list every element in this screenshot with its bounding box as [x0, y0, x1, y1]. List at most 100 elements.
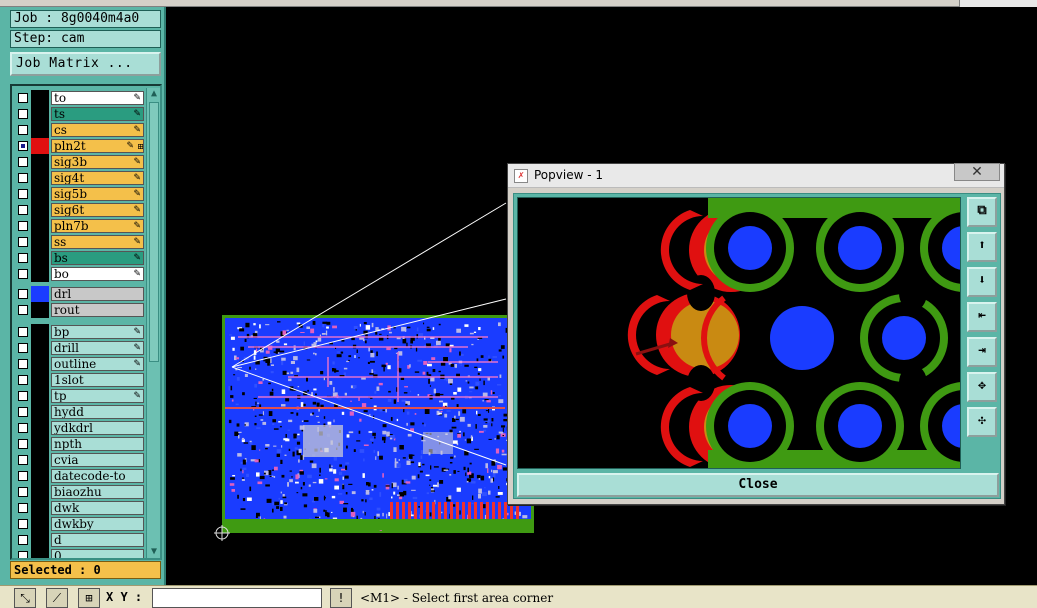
- layer-row[interactable]: ss ✎: [14, 234, 144, 250]
- layer-color-swatch[interactable]: [31, 138, 49, 154]
- layer-checkbox[interactable]: [18, 375, 28, 385]
- layer-row[interactable]: drill ✎: [14, 340, 144, 356]
- zoom-in-icon[interactable]: ✥: [967, 372, 997, 402]
- xy-input[interactable]: [152, 588, 322, 608]
- layer-checkbox[interactable]: [18, 407, 28, 417]
- layer-name[interactable]: pln2t ✎ ⊞: [51, 139, 144, 153]
- close-button[interactable]: Close: [517, 473, 999, 497]
- layer-color-swatch[interactable]: [31, 340, 49, 356]
- layer-color-swatch[interactable]: [31, 452, 49, 468]
- layer-name[interactable]: biaozhu: [51, 485, 144, 499]
- layer-color-swatch[interactable]: [31, 420, 49, 436]
- layer-row[interactable]: drl: [14, 286, 144, 302]
- layer-checkbox[interactable]: [18, 439, 28, 449]
- layer-color-swatch[interactable]: [31, 266, 49, 282]
- layer-checkbox[interactable]: [18, 157, 28, 167]
- layer-row[interactable]: sig5b ✎: [14, 186, 144, 202]
- layer-checkbox[interactable]: [18, 343, 28, 353]
- layer-color-swatch[interactable]: [31, 202, 49, 218]
- layer-name[interactable]: rout: [51, 303, 144, 317]
- layer-name[interactable]: drill ✎: [51, 341, 144, 355]
- layer-row[interactable]: pln7b ✎: [14, 218, 144, 234]
- layer-name[interactable]: sig5b ✎: [51, 187, 144, 201]
- layer-name[interactable]: datecode-to: [51, 469, 144, 483]
- layer-name[interactable]: sig6t ✎: [51, 203, 144, 217]
- popview-window[interactable]: ✗ Popview - 1 ✕ ⧉ ⬆ ⬇ ⇤ ⇥ ✥ ✣ Close: [507, 163, 1005, 505]
- layer-row[interactable]: bp ✎: [14, 324, 144, 340]
- layer-name[interactable]: ydkdrl: [51, 421, 144, 435]
- layer-checkbox[interactable]: [18, 173, 28, 183]
- layer-name[interactable]: bp ✎: [51, 325, 144, 339]
- layer-checkbox[interactable]: [18, 327, 28, 337]
- pan-left-icon[interactable]: ⇤: [967, 302, 997, 332]
- scroll-down-icon[interactable]: ▼: [148, 546, 160, 558]
- layer-row[interactable]: to ✎: [14, 90, 144, 106]
- layer-row[interactable]: 1slot: [14, 372, 144, 388]
- window-close-icon[interactable]: ✕: [954, 163, 1000, 181]
- layer-checkbox[interactable]: [18, 237, 28, 247]
- layer-row[interactable]: cvia: [14, 452, 144, 468]
- layer-row[interactable]: tp ✎: [14, 388, 144, 404]
- job-matrix-button[interactable]: Job Matrix ...: [10, 52, 161, 76]
- layer-color-swatch[interactable]: [31, 170, 49, 186]
- layer-row[interactable]: cs ✎: [14, 122, 144, 138]
- pan-down-icon[interactable]: ⬇: [967, 267, 997, 297]
- layer-color-swatch[interactable]: [31, 250, 49, 266]
- layer-row[interactable]: bo ✎: [14, 266, 144, 282]
- pan-up-icon[interactable]: ⬆: [967, 232, 997, 262]
- layer-color-swatch[interactable]: [31, 532, 49, 548]
- layer-name[interactable]: cs ✎: [51, 123, 144, 137]
- layer-name[interactable]: dwk: [51, 501, 144, 515]
- layer-checkbox[interactable]: [18, 305, 28, 315]
- layer-color-swatch[interactable]: [31, 484, 49, 500]
- layer-color-swatch[interactable]: [31, 548, 49, 558]
- layer-row[interactable]: 0: [14, 548, 144, 558]
- scroll-thumb[interactable]: [149, 102, 159, 362]
- layer-color-swatch[interactable]: [31, 500, 49, 516]
- layer-color-swatch[interactable]: [31, 436, 49, 452]
- layer-checkbox[interactable]: [18, 141, 28, 151]
- popview-zoom-view[interactable]: [517, 197, 961, 469]
- layer-checkbox[interactable]: [18, 205, 28, 215]
- layer-checkbox[interactable]: [18, 125, 28, 135]
- layer-checkbox[interactable]: [18, 253, 28, 263]
- layer-row[interactable]: sig4t ✎: [14, 170, 144, 186]
- layer-color-swatch[interactable]: [31, 286, 49, 302]
- zoom-out-icon[interactable]: ✣: [967, 407, 997, 437]
- layer-name[interactable]: bs ✎: [51, 251, 144, 265]
- layer-color-swatch[interactable]: [31, 404, 49, 420]
- layer-color-swatch[interactable]: [31, 468, 49, 484]
- layer-name[interactable]: cvia: [51, 453, 144, 467]
- alert-icon[interactable]: !: [330, 588, 352, 608]
- layer-checkbox[interactable]: [18, 487, 28, 497]
- layer-row[interactable]: pln2t ✎ ⊞: [14, 138, 144, 154]
- layer-scrollbar[interactable]: ▲ ▼: [146, 88, 160, 558]
- layer-row[interactable]: hydd: [14, 404, 144, 420]
- layer-checkbox[interactable]: [18, 391, 28, 401]
- layer-checkbox[interactable]: [18, 551, 28, 558]
- layer-color-swatch[interactable]: [31, 218, 49, 234]
- grid-tool-icon[interactable]: ⊞: [78, 588, 100, 608]
- layer-color-swatch[interactable]: [31, 372, 49, 388]
- layer-name[interactable]: drl: [51, 287, 144, 301]
- layer-name[interactable]: hydd: [51, 405, 144, 419]
- layer-color-swatch[interactable]: [31, 516, 49, 532]
- layer-color-swatch[interactable]: [31, 324, 49, 340]
- layer-checkbox[interactable]: [18, 423, 28, 433]
- layer-name[interactable]: d: [51, 533, 144, 547]
- layer-color-swatch[interactable]: [31, 388, 49, 404]
- layer-checkbox[interactable]: [18, 519, 28, 529]
- layer-row[interactable]: sig3b ✎: [14, 154, 144, 170]
- popview-titlebar[interactable]: ✗ Popview - 1 ✕: [508, 163, 1004, 188]
- layer-color-swatch[interactable]: [31, 302, 49, 318]
- layer-row[interactable]: npth: [14, 436, 144, 452]
- layer-name[interactable]: outline ✎: [51, 357, 144, 371]
- layer-name[interactable]: dwkby: [51, 517, 144, 531]
- layer-row[interactable]: sig6t ✎: [14, 202, 144, 218]
- layer-color-swatch[interactable]: [31, 356, 49, 372]
- layer-color-swatch[interactable]: [31, 90, 49, 106]
- layer-row[interactable]: bs ✎: [14, 250, 144, 266]
- layer-row[interactable]: biaozhu: [14, 484, 144, 500]
- select-tool-icon[interactable]: ⤡: [14, 588, 36, 608]
- layer-name[interactable]: ss ✎: [51, 235, 144, 249]
